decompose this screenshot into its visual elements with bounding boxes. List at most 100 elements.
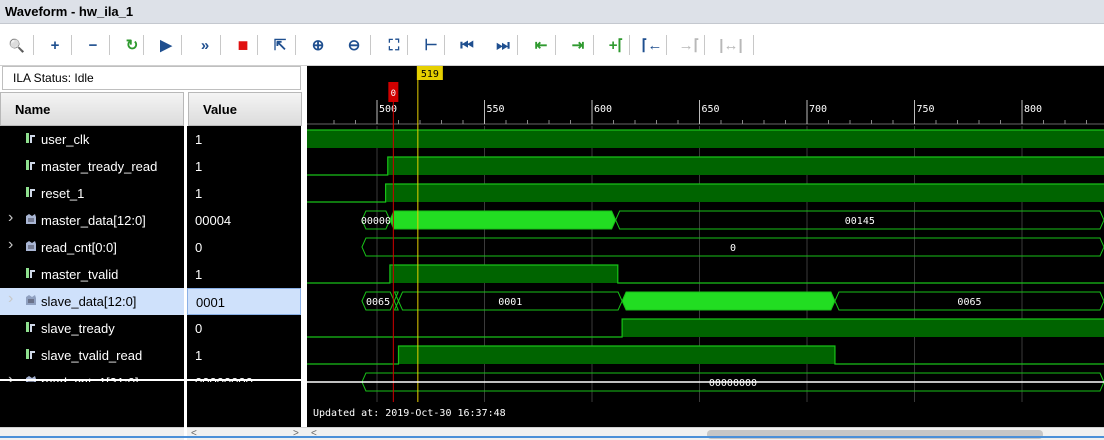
run-trigger-icon[interactable]: ▶ bbox=[154, 33, 178, 57]
signal-name: master_data[12:0] bbox=[41, 213, 146, 228]
signal-value-row[interactable]: 1 bbox=[187, 261, 301, 288]
goto-first-icon[interactable]: ⏮ bbox=[455, 33, 479, 57]
expand-chevron-icon[interactable]: › bbox=[8, 236, 13, 254]
toolbar-separator bbox=[33, 35, 34, 55]
prev-transition-icon[interactable]: ⇤ bbox=[529, 33, 553, 57]
focus-border bbox=[0, 436, 1104, 440]
expand-chevron-icon[interactable]: › bbox=[8, 209, 13, 227]
signal-value: 1 bbox=[195, 267, 203, 282]
toolbar-separator bbox=[555, 35, 556, 55]
signal-value-row[interactable]: 0 bbox=[187, 234, 301, 261]
bit-signal-icon bbox=[26, 322, 35, 332]
bus-segment bbox=[389, 210, 617, 230]
ruler-tick-label: 700 bbox=[809, 104, 827, 115]
next-transition-icon[interactable]: ⇥ bbox=[566, 33, 590, 57]
waveform-svg: 500 550 600 650 700 750 800 00000 00145 0 0065 0001… bbox=[307, 66, 1104, 402]
bus-value-label: 0065 bbox=[957, 297, 981, 308]
bus-value-label: 00145 bbox=[845, 216, 875, 227]
toolbar-separator bbox=[753, 35, 754, 55]
goto-cursor-icon[interactable]: ⊢ bbox=[419, 33, 443, 57]
ila-status: ILA Status: Idle bbox=[2, 66, 301, 90]
bit-high-fill bbox=[387, 157, 1104, 175]
signal-value-row[interactable]: 1 bbox=[187, 342, 301, 369]
search-icon[interactable]: 🔍 bbox=[5, 33, 29, 57]
bit-high-fill bbox=[398, 346, 835, 364]
toolbar-separator bbox=[666, 35, 667, 55]
signal-name: master_tready_read bbox=[41, 159, 158, 174]
bit-high-fill bbox=[307, 130, 1104, 148]
signal-value-row[interactable]: 1 bbox=[187, 180, 301, 207]
toolbar-separator bbox=[704, 35, 705, 55]
signal-value-row[interactable]: 0001 bbox=[187, 288, 301, 315]
signal-name: master_tvalid bbox=[41, 267, 119, 282]
signal-value: 0 bbox=[195, 321, 203, 336]
bus-value-label: 00000 bbox=[361, 216, 391, 227]
bit-signal-icon bbox=[26, 268, 35, 278]
signal-row[interactable]: › slave_data[12:0] bbox=[0, 288, 184, 315]
ruler-tick-label: 500 bbox=[379, 104, 397, 115]
expand-chevron-icon[interactable]: › bbox=[8, 290, 13, 308]
zoom-in-icon[interactable]: ⊕ bbox=[306, 33, 330, 57]
window-title: Waveform - hw_ila_1 bbox=[5, 4, 134, 19]
bus-segment bbox=[621, 291, 836, 311]
signal-row[interactable]: master_tvalid bbox=[0, 261, 184, 288]
zoom-out-icon[interactable]: ⊖ bbox=[342, 33, 366, 57]
signal-value-row[interactable]: 00004 bbox=[187, 207, 301, 234]
prev-marker-icon[interactable]: ⌈← bbox=[640, 33, 664, 57]
stop-icon[interactable]: ■ bbox=[231, 33, 255, 57]
goto-last-icon[interactable]: ⏭ bbox=[491, 33, 515, 57]
signal-list-empty-area bbox=[0, 382, 301, 427]
zoom-fit-icon[interactable]: ⛶ bbox=[382, 33, 406, 57]
bit-signal-icon bbox=[26, 133, 35, 143]
toolbar-separator bbox=[444, 35, 445, 55]
run-immediate-icon[interactable]: » bbox=[193, 33, 217, 57]
signal-value-row[interactable]: 1 bbox=[187, 153, 301, 180]
toolbar-separator bbox=[71, 35, 72, 55]
bus-value-label: 00000000 bbox=[709, 378, 757, 389]
name-column-header[interactable]: Name bbox=[0, 92, 184, 126]
toolbar-separator bbox=[629, 35, 630, 55]
add-icon[interactable]: + bbox=[43, 33, 67, 57]
cursor-label: 519 bbox=[421, 69, 439, 80]
signal-value: 1 bbox=[195, 132, 203, 147]
ruler-tick-label: 550 bbox=[487, 104, 505, 115]
signal-value-row[interactable]: 1 bbox=[187, 126, 301, 153]
bus-signal-icon bbox=[26, 214, 36, 224]
signal-row[interactable]: › master_data[12:0] bbox=[0, 207, 184, 234]
signal-name: slave_data[12:0] bbox=[41, 294, 137, 309]
signal-row[interactable]: slave_tready bbox=[0, 315, 184, 342]
add-marker-icon[interactable]: +⌈ bbox=[604, 33, 628, 57]
signal-row[interactable]: slave_tvalid_read bbox=[0, 342, 184, 369]
signal-value-row[interactable]: 0 bbox=[187, 315, 301, 342]
waveform-canvas[interactable]: 500 550 600 650 700 750 800 00000 00145 0 0065 0001… bbox=[307, 66, 1104, 427]
ruler-tick-label: 800 bbox=[1024, 104, 1042, 115]
toolbar-separator bbox=[109, 35, 110, 55]
auto-trigger-icon[interactable]: ↻ bbox=[120, 33, 144, 57]
signal-value: 1 bbox=[195, 348, 203, 363]
signal-value-list: 111000040100010100000000 bbox=[187, 126, 301, 382]
bus-value-label: 0 bbox=[730, 243, 736, 254]
remove-icon[interactable]: − bbox=[81, 33, 105, 57]
ruler-tick-label: 650 bbox=[702, 104, 720, 115]
toolbar-separator bbox=[181, 35, 182, 55]
signal-name: read_cnt[0:0] bbox=[41, 240, 117, 255]
window-titlebar: Waveform - hw_ila_1 bbox=[0, 0, 1104, 24]
bit-high-fill bbox=[385, 184, 1104, 202]
signal-name-list: user_clk master_tready_read reset_1 › master… bbox=[0, 126, 184, 382]
toolbar-separator bbox=[220, 35, 221, 55]
signal-row[interactable]: reset_1 bbox=[0, 180, 184, 207]
toolbar-separator bbox=[517, 35, 518, 55]
export-icon[interactable]: ⇱ bbox=[268, 33, 292, 57]
signal-value: 1 bbox=[195, 159, 203, 174]
value-column-header[interactable]: Value bbox=[188, 92, 302, 126]
bus-value-label: 0065 bbox=[366, 297, 390, 308]
signal-row[interactable]: › read_cnt[0:0] bbox=[0, 234, 184, 261]
signal-value: 1 bbox=[195, 186, 203, 201]
signal-value: 0 bbox=[195, 240, 203, 255]
signal-row[interactable]: user_clk bbox=[0, 126, 184, 153]
bus-signal-icon bbox=[26, 295, 36, 305]
signal-row[interactable]: master_tready_read bbox=[0, 153, 184, 180]
toolbar-separator bbox=[370, 35, 371, 55]
toolbar-separator bbox=[295, 35, 296, 55]
column-divider-bottom bbox=[184, 382, 187, 427]
